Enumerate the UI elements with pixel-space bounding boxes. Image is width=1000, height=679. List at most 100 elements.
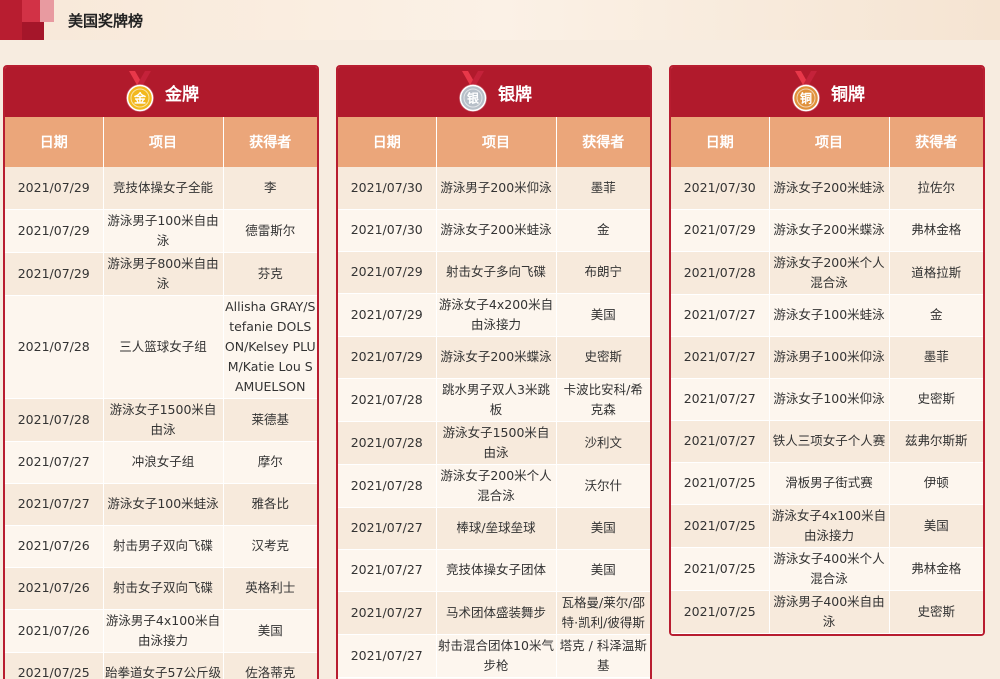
- winner-cell: 莱德基: [223, 398, 317, 442]
- date-cell: 2021/07/28: [5, 398, 104, 442]
- table-row: 2021/07/25 游泳女子4x100米自由泳接力 美国: [671, 504, 983, 548]
- date-cell: 2021/07/26: [5, 567, 104, 610]
- date-column-header: 日期: [671, 117, 770, 167]
- table-row: 2021/07/27 马术团体盛装舞步 瓦格曼/莱尔/邵特·凯利/彼得斯: [338, 591, 650, 635]
- winner-cell: 美国: [223, 609, 317, 653]
- event-cell: 射击女子双向飞碟: [103, 567, 224, 610]
- table-row: 2021/07/29 游泳女子200米蝶泳 史密斯: [338, 336, 650, 379]
- date-cell: 2021/07/28: [338, 421, 437, 465]
- medal-table: 日期 项目 获得者 2021/07/30 游泳女子200米蛙泳 拉佐尔 2021/07/29…: [671, 117, 983, 634]
- table-row: 2021/07/28 游泳女子1500米自由泳 沙利文: [338, 421, 650, 465]
- panel-header: 金 金牌: [5, 67, 317, 117]
- winner-cell: 雅各比: [223, 483, 317, 526]
- table-row: 2021/07/27 游泳女子100米蛙泳金: [671, 294, 983, 337]
- event-column-header: 项目: [436, 117, 557, 167]
- winner-cell: 伊顿: [889, 462, 983, 505]
- winner-cell: 摩尔: [223, 441, 317, 484]
- date-cell: 2021/07/29: [5, 167, 104, 210]
- winner-cell: 史密斯: [889, 378, 983, 421]
- date-cell: 2021/07/30: [338, 209, 437, 252]
- date-column-header: 日期: [5, 117, 104, 167]
- date-cell: 2021/07/29: [338, 336, 437, 379]
- winner-cell: 金: [889, 294, 983, 337]
- date-cell: 2021/07/27: [338, 507, 437, 550]
- date-cell: 2021/07/26: [5, 609, 104, 653]
- date-cell: 2021/07/27: [671, 336, 770, 379]
- table-row: 2021/07/27 竞技体操女子团体 美国: [338, 549, 650, 592]
- table-row: 2021/07/28 游泳女子1500米自由泳 莱德基: [5, 398, 317, 442]
- event-cell: 游泳女子100米蛙泳: [769, 294, 890, 337]
- event-cell: 棒球/垒球垒球: [436, 507, 557, 550]
- winner-cell: 弗林金格: [889, 209, 983, 252]
- event-cell: 射击男子双向飞碟: [103, 525, 224, 568]
- event-cell: 游泳男子400米自由泳: [769, 590, 890, 634]
- panel-title: 金牌: [165, 84, 199, 105]
- date-column-header: 日期: [338, 117, 437, 167]
- date-cell: 2021/07/29: [5, 209, 104, 253]
- date-cell: 2021/07/29: [338, 251, 437, 294]
- event-column-header: 项目: [769, 117, 890, 167]
- winner-cell: 兹弗尔斯斯: [889, 420, 983, 463]
- panel-title: 铜牌: [831, 84, 865, 105]
- winner-cell: 美国: [556, 293, 650, 337]
- table-row: 2021/07/25 滑板男子街式赛 伊顿: [671, 462, 983, 505]
- event-cell: 游泳女子1500米自由泳: [436, 421, 557, 465]
- date-cell: 2021/07/29: [338, 293, 437, 337]
- header-decoration: [0, 0, 58, 40]
- event-cell: 跆拳道女子57公斤级: [103, 652, 224, 679]
- event-cell: 射击女子多向飞碟: [436, 251, 557, 294]
- table-row: 2021/07/27 冲浪女子组 摩尔: [5, 441, 317, 484]
- event-cell: 冲浪女子组: [103, 441, 224, 484]
- event-cell: 游泳男子4x100米自由泳接力: [103, 609, 224, 653]
- winner-cell: 拉佐尔: [889, 167, 983, 210]
- date-cell: 2021/07/27: [671, 420, 770, 463]
- bronze-medal-panel: 铜铜牌 日期 项目 获得者 2021/07/30 游泳女子200米蛙泳 拉佐尔 2021/07…: [669, 65, 985, 636]
- panel-header: 铜 铜牌: [671, 67, 983, 117]
- panel-header: 银 银牌: [338, 67, 650, 117]
- table-row: 2021/07/30 游泳女子200米蛙泳金: [338, 209, 650, 252]
- event-cell: 游泳男子800米自由泳: [103, 252, 224, 296]
- date-cell: 2021/07/27: [671, 378, 770, 421]
- event-cell: 滑板男子街式赛: [769, 462, 890, 505]
- table-row: 2021/07/27 游泳女子100米仰泳 史密斯: [671, 378, 983, 421]
- date-cell: 2021/07/27: [5, 483, 104, 526]
- date-cell: 2021/07/25: [671, 590, 770, 634]
- date-cell: 2021/07/27: [671, 294, 770, 337]
- date-cell: 2021/07/25: [5, 652, 104, 679]
- date-cell: 2021/07/27: [338, 549, 437, 592]
- date-cell: 2021/07/28: [5, 295, 104, 399]
- table-row: 2021/07/25 跆拳道女子57公斤级 佐洛蒂克: [5, 652, 317, 679]
- winner-cell: 美国: [556, 507, 650, 550]
- table-row: 2021/07/29 射击女子多向飞碟 布朗宁: [338, 251, 650, 294]
- table-row: 2021/07/30 游泳男子200米仰泳 墨菲: [338, 167, 650, 210]
- date-cell: 2021/07/26: [5, 525, 104, 568]
- medal-icon: 银: [459, 71, 487, 112]
- date-cell: 2021/07/27: [338, 634, 437, 678]
- date-cell: 2021/07/29: [5, 252, 104, 296]
- event-cell: 游泳女子200米蝶泳: [769, 209, 890, 252]
- winner-cell: 汉考克: [223, 525, 317, 568]
- event-column-header: 项目: [103, 117, 224, 167]
- event-cell: 游泳女子200米蛙泳: [769, 167, 890, 210]
- event-cell: 跳水男子双人3米跳板: [436, 378, 557, 422]
- medal-icon: 金: [126, 71, 154, 112]
- winner-cell: 史密斯: [556, 336, 650, 379]
- event-cell: 游泳女子200米蛙泳: [436, 209, 557, 252]
- date-cell: 2021/07/29: [671, 209, 770, 252]
- date-cell: 2021/07/27: [5, 441, 104, 484]
- winner-cell: 布朗宁: [556, 251, 650, 294]
- table-row: 2021/07/26 游泳男子4x100米自由泳接力 美国: [5, 609, 317, 653]
- date-cell: 2021/07/30: [671, 167, 770, 210]
- winner-cell: 德雷斯尔: [223, 209, 317, 253]
- event-cell: 游泳女子400米个人混合泳: [769, 547, 890, 591]
- event-cell: 游泳女子200米个人混合泳: [769, 251, 890, 295]
- winner-cell: 李: [223, 167, 317, 210]
- event-cell: 游泳女子200米蝶泳: [436, 336, 557, 379]
- winner-cell: 沃尔什: [556, 464, 650, 508]
- medal-character: 银: [467, 91, 480, 106]
- table-row: 2021/07/30 游泳女子200米蛙泳 拉佐尔: [671, 167, 983, 210]
- table-row: 2021/07/29 游泳男子100米自由泳 德雷斯尔: [5, 209, 317, 253]
- table-row: 2021/07/29 竞技体操女子全能李: [5, 167, 317, 210]
- medal-icon: 铜: [792, 71, 820, 112]
- winner-cell: 芬克: [223, 252, 317, 296]
